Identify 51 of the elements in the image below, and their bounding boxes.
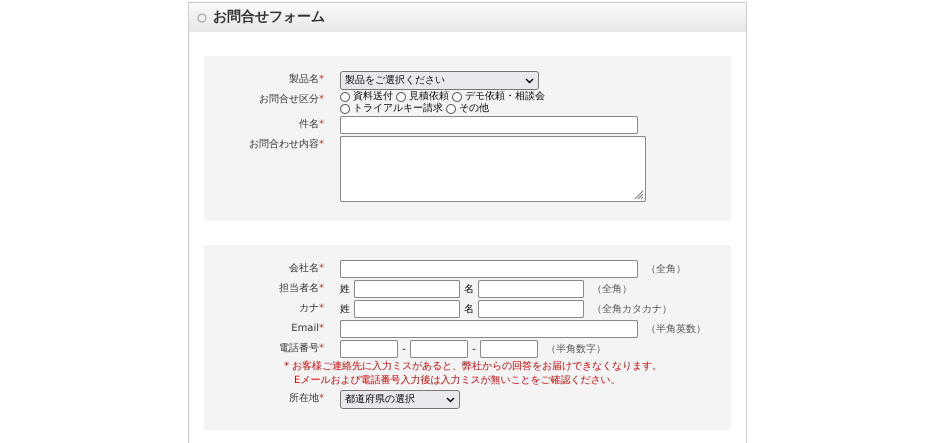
field-hint: （全角） <box>646 262 686 276</box>
field-label: Email* <box>291 323 324 334</box>
text-input[interactable] <box>340 260 638 278</box>
phone-input[interactable] <box>410 340 468 358</box>
field-hint: （全角カタカナ） <box>592 302 672 316</box>
name-part-label: 名 <box>464 302 475 316</box>
field-label: お問合わせ内容* <box>249 139 324 150</box>
field-hint: （半角数字） <box>546 342 606 356</box>
dropdown[interactable]: 製品をご選択ください <box>340 71 539 90</box>
radio-button[interactable] <box>452 92 462 102</box>
field-label: お問合せ区分* <box>259 94 324 105</box>
field-hint: （半角英数） <box>646 322 706 336</box>
circle-icon <box>197 12 207 22</box>
text-input[interactable] <box>340 116 638 134</box>
panel-title: お問合せフォーム <box>213 8 325 27</box>
chevron-down-icon <box>525 78 534 84</box>
warning-note: * お客様ご連絡先に入力ミスがあると、弊社からの回答をお届けできなくなります。 <box>284 360 664 374</box>
phone-input[interactable] <box>340 340 398 358</box>
name-part-label: 姓 <box>340 282 351 296</box>
separator: - <box>471 342 477 356</box>
radio-option[interactable]: トライアルキー請求 <box>340 103 443 115</box>
resize-handle-icon[interactable] <box>634 190 644 200</box>
radio-option[interactable]: 資料送付 <box>340 91 393 103</box>
field-label: 電話番号* <box>279 343 324 354</box>
field-label: 所在地* <box>289 393 324 404</box>
phone-input[interactable] <box>480 340 538 358</box>
radio-button[interactable] <box>446 104 456 114</box>
field-hint: （全角） <box>592 282 632 296</box>
radio-option[interactable]: 見積依頼 <box>396 91 449 103</box>
separator: - <box>401 342 407 356</box>
dropdown[interactable]: 都道府県の選択 <box>340 390 460 409</box>
textarea-field[interactable] <box>340 136 646 202</box>
text-input[interactable] <box>478 300 584 318</box>
name-part-label: 姓 <box>340 302 351 316</box>
radio-button[interactable] <box>340 92 350 102</box>
field-label: 製品名* <box>289 74 324 85</box>
field-label: カナ* <box>299 303 324 314</box>
radio-option[interactable]: その他 <box>446 103 489 115</box>
warning-note: Eメールおよび電話番号入力後は入力ミスが無いことをご確認ください。 <box>293 374 622 388</box>
chevron-down-icon <box>446 396 455 402</box>
radio-button[interactable] <box>340 104 350 114</box>
radio-button[interactable] <box>396 92 406 102</box>
text-input[interactable] <box>340 320 638 338</box>
radio-option[interactable]: デモ依頼・相談会 <box>452 91 545 103</box>
text-input[interactable] <box>478 280 584 298</box>
field-label: 件名* <box>299 119 324 130</box>
text-input[interactable] <box>354 280 460 298</box>
field-label: 担当者名* <box>279 283 324 294</box>
field-label: 会社名* <box>289 263 324 274</box>
name-part-label: 名 <box>464 282 475 296</box>
text-input[interactable] <box>354 300 460 318</box>
